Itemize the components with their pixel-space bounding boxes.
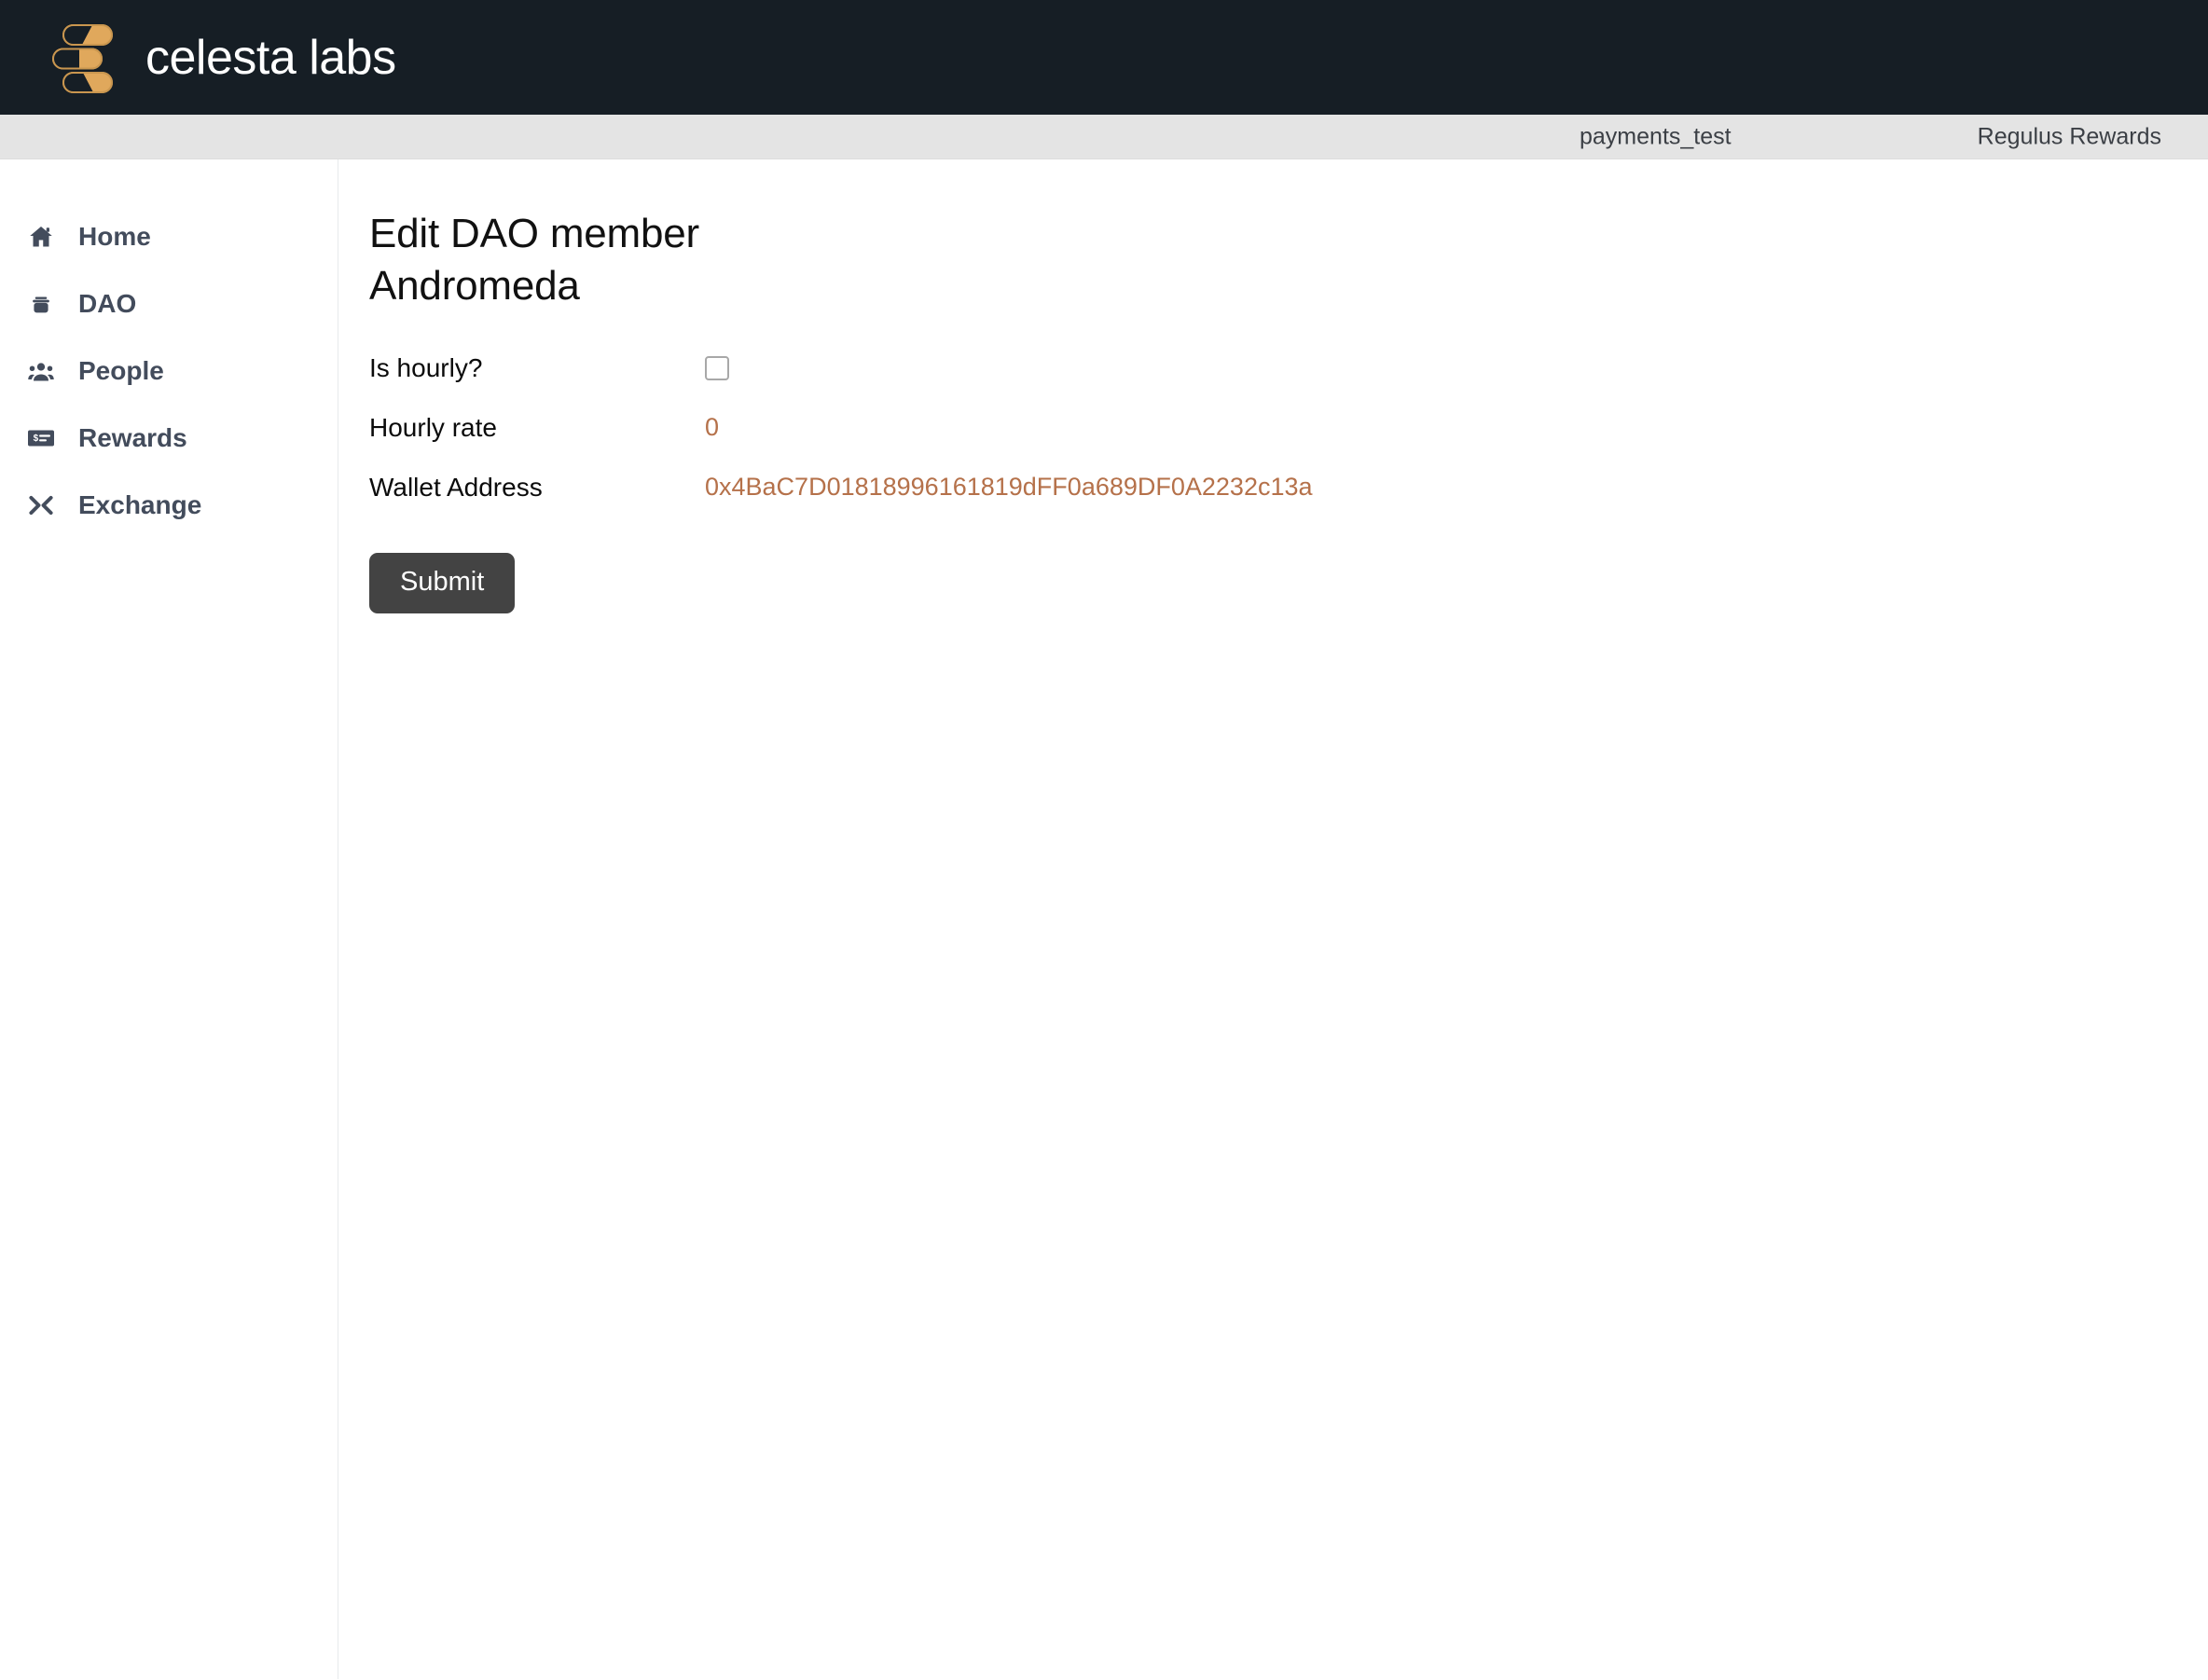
- sidebar-item-label: Home: [78, 222, 151, 251]
- home-icon: [26, 222, 56, 252]
- is-hourly-label: Is hourly?: [369, 352, 483, 382]
- sidebar: Home DAO People $ Rewards Exchange: [0, 159, 338, 1679]
- svg-text:$: $: [34, 434, 39, 444]
- sidebar-item-dao[interactable]: DAO: [0, 270, 338, 337]
- sidebar-item-label: DAO: [78, 289, 137, 318]
- page-body: Home DAO People $ Rewards Exchange Edit …: [0, 159, 2208, 1679]
- form-row-hourly-rate: Hourly rate 0: [369, 398, 2208, 458]
- context-bar: payments_test Regulus Rewards: [0, 115, 2208, 159]
- sidebar-item-label: People: [78, 356, 164, 385]
- sidebar-item-label: Exchange: [78, 490, 202, 519]
- bank-icon: [26, 289, 56, 319]
- account-selector[interactable]: Regulus Rewards: [1978, 123, 2161, 150]
- form-row-wallet-address: Wallet Address 0x4BaC7D01818996161819dFF…: [369, 458, 2208, 517]
- hourly-rate-value[interactable]: 0: [705, 413, 719, 442]
- exchange-icon: [26, 490, 56, 520]
- hourly-rate-label: Hourly rate: [369, 412, 497, 442]
- main-content: Edit DAO member Andromeda Is hourly? Hou…: [338, 159, 2208, 1679]
- sidebar-item-people[interactable]: People: [0, 337, 338, 405]
- page-title: Edit DAO member Andromeda: [369, 211, 699, 309]
- edit-member-form: Is hourly? Hourly rate 0 Wallet Address …: [369, 338, 2208, 517]
- payment-card-icon: $: [26, 423, 56, 453]
- sidebar-item-home[interactable]: Home: [0, 203, 338, 270]
- form-row-is-hourly: Is hourly?: [369, 338, 2208, 398]
- people-icon: [26, 356, 56, 386]
- sidebar-item-exchange[interactable]: Exchange: [0, 472, 338, 539]
- wallet-address-value[interactable]: 0x4BaC7D01818996161819dFF0a689DF0A2232c1…: [705, 473, 1313, 502]
- is-hourly-checkbox[interactable]: [705, 355, 729, 380]
- app-header: celesta labs: [0, 0, 2208, 115]
- wallet-address-label: Wallet Address: [369, 472, 543, 502]
- celesta-bars-logo-icon: [48, 21, 117, 94]
- brand[interactable]: celesta labs: [48, 21, 396, 94]
- submit-button[interactable]: Submit: [369, 552, 516, 613]
- brand-name: celesta labs: [145, 30, 396, 85]
- sidebar-item-label: Rewards: [78, 423, 187, 452]
- project-selector[interactable]: payments_test: [1580, 123, 1732, 150]
- sidebar-item-rewards[interactable]: $ Rewards: [0, 405, 338, 472]
